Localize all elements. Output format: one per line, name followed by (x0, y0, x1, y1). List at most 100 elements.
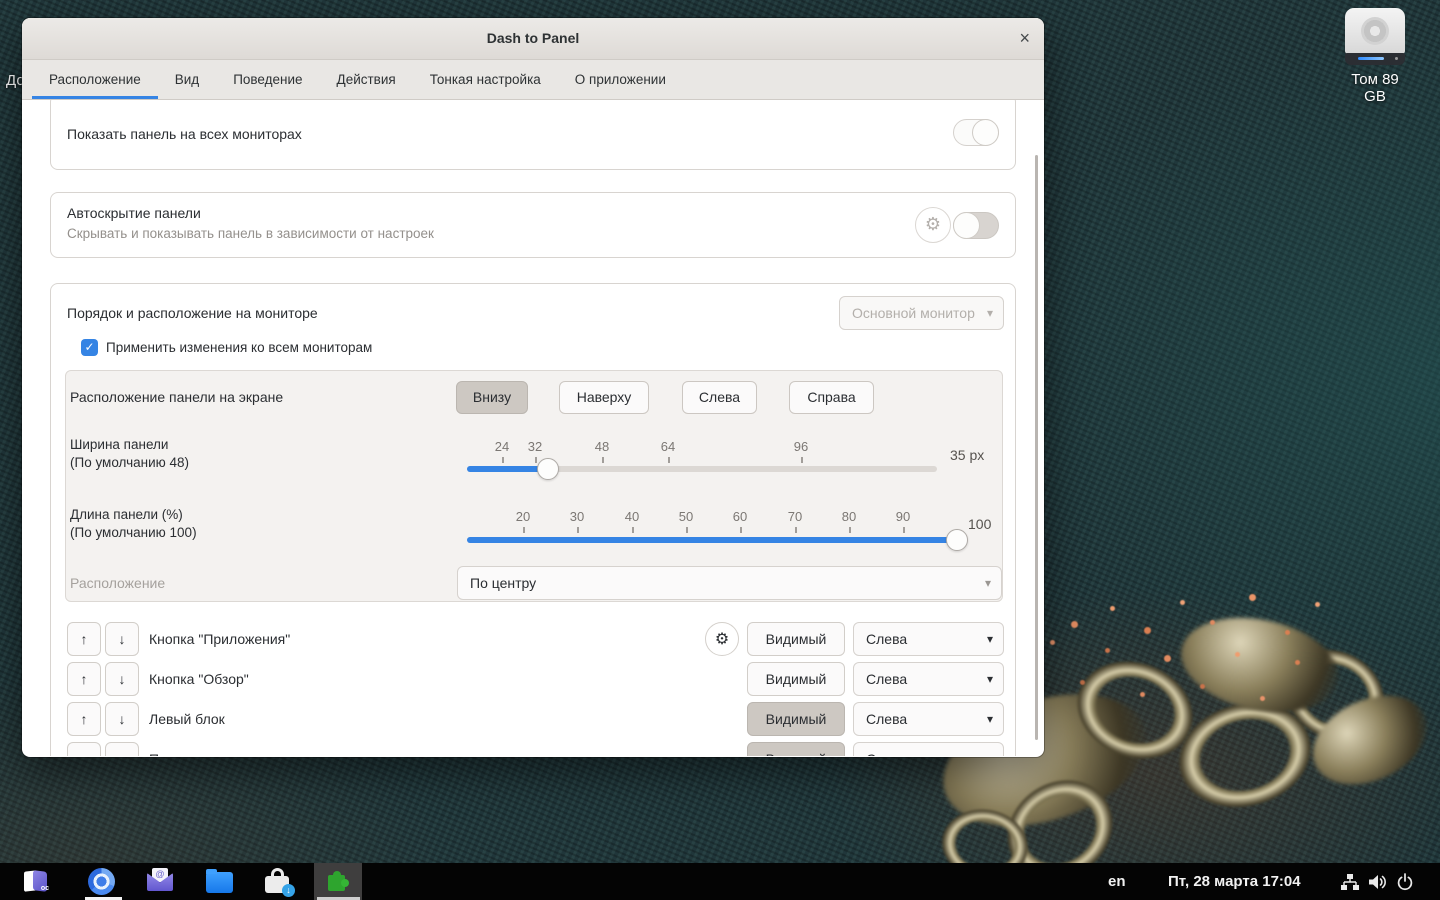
power-icon (1397, 872, 1413, 890)
apply-all-checkbox[interactable]: ✓ (81, 339, 98, 356)
toggle-knob (972, 119, 999, 146)
keyboard-layout-indicator[interactable]: en (1108, 863, 1126, 900)
chevron-down-icon: ▾ (987, 743, 993, 756)
chevron-down-icon: ▾ (986, 712, 993, 726)
move-down-button[interactable]: ↓ (105, 702, 139, 736)
autohide-toggle[interactable] (953, 212, 999, 239)
power-button[interactable] (1396, 863, 1414, 900)
alignment-dropdown[interactable]: По центру ▾ (457, 566, 1002, 600)
alignment-dropdown-value: По центру (470, 575, 537, 591)
tab-behavior[interactable]: Поведение (216, 60, 319, 99)
network-indicator[interactable] (1340, 863, 1360, 900)
scrollbar[interactable] (1035, 155, 1038, 740)
width-slider-value: 35 px (950, 447, 985, 463)
move-up-button[interactable]: ↑ (67, 662, 101, 696)
width-tick-48: 48 (594, 439, 610, 454)
show-all-monitors-label: Показать панель на всех мониторах (67, 126, 302, 142)
move-down-button[interactable]: ↓ (105, 662, 139, 696)
titlebar[interactable]: Dash to Panel × (22, 18, 1044, 60)
move-up-button[interactable]: ↑ (67, 742, 101, 756)
network-icon (1341, 873, 1359, 890)
chevron-down-icon: ▾ (986, 306, 993, 320)
move-down-button[interactable]: ↓ (105, 622, 139, 656)
toggle-knob (953, 212, 980, 239)
hard-drive-icon (1342, 8, 1408, 65)
move-up-button[interactable]: ↑ (67, 622, 101, 656)
taskbar-app-extensions[interactable] (324, 868, 352, 896)
length-tick-50: 50 (678, 509, 694, 524)
tab-about[interactable]: О приложении (558, 60, 683, 99)
position-button-right[interactable]: Справа (789, 381, 874, 414)
visible-button[interactable]: Видимый (747, 662, 845, 696)
position-button-left[interactable]: Слева (682, 381, 757, 414)
desktop: { "icons": { "close": "×", "gear": "⚙", … (0, 0, 1440, 900)
close-icon[interactable]: × (1019, 18, 1030, 59)
taskbar-app-files[interactable] (206, 868, 234, 896)
element-position-value: Слева (866, 631, 908, 647)
length-tick-20: 20 (515, 509, 531, 524)
visible-button[interactable]: Видимый (747, 622, 845, 656)
chevron-down-icon: ▾ (986, 632, 993, 646)
autohide-title: Автоскрытие панели (67, 205, 201, 221)
monitor-dropdown[interactable]: Основной монитор ▾ (839, 296, 1004, 330)
length-slider-thumb[interactable] (946, 529, 968, 551)
element-position-value: Слева (866, 671, 908, 687)
taskbar-app-software[interactable]: ↓ (265, 868, 295, 897)
panel-width-default-label: (По умолчанию 48) (70, 455, 190, 470)
autohide-gear-icon[interactable]: ⚙ (915, 207, 951, 243)
position-button-bottom[interactable]: Внизу (456, 381, 528, 414)
panel-width-label: Ширина панели (70, 437, 169, 452)
width-tick-96: 96 (793, 439, 809, 454)
element-position-dropdown[interactable]: Слева ▾ (853, 702, 1004, 736)
tab-appearance[interactable]: Вид (158, 60, 216, 99)
show-all-monitors-toggle[interactable] (953, 119, 999, 146)
monitor-dropdown-value: Основной монитор (852, 305, 975, 321)
length-tick-40: 40 (624, 509, 640, 524)
desktop-icon-volume[interactable]: Том 89 GB (1342, 8, 1408, 105)
element-position-dropdown[interactable]: Слева ▾ (853, 662, 1004, 696)
dash-to-panel-window: Dash to Panel × Расположение Вид Поведен… (22, 18, 1044, 757)
length-slider-track[interactable] (467, 537, 957, 543)
alignment-label: Расположение (70, 575, 166, 591)
length-tick-90: 90 (895, 509, 911, 524)
position-button-top[interactable]: Наверху (559, 381, 649, 414)
length-tick-60: 60 (732, 509, 748, 524)
tab-actions[interactable]: Действия (320, 60, 413, 99)
element-label: Панель задач (149, 742, 238, 756)
chevron-down-icon: ▾ (984, 576, 991, 590)
taskbar-app-chromium[interactable] (88, 868, 116, 896)
panel-length-label: Длина панели (%) (70, 507, 183, 522)
width-tick-64: 64 (660, 439, 676, 454)
taskbar-app-myoffice[interactable]: oc (22, 868, 50, 896)
width-tick-24: 24 (494, 439, 510, 454)
move-up-button[interactable]: ↑ (67, 702, 101, 736)
width-slider-thumb[interactable] (537, 458, 559, 480)
taskbar-app-mail[interactable]: @ (147, 868, 175, 896)
element-gear-icon[interactable]: ⚙ (705, 622, 739, 656)
panel-position-group: Расположение панели на экране Внизу Наве… (65, 370, 1003, 602)
taskbar: oc @ ↓ en Пт, 28 марта 17:04 (0, 863, 1440, 900)
volume-label: Том 89 GB (1351, 71, 1399, 105)
tab-fine-tune[interactable]: Тонкая настройка (413, 60, 558, 99)
tab-bar: Расположение Вид Поведение Действия Тонк… (22, 60, 1044, 100)
screen-position-label: Расположение панели на экране (70, 389, 284, 405)
length-slider-value: 100 (968, 516, 992, 532)
visible-button[interactable]: Видимый (747, 742, 845, 756)
element-label: Кнопка "Приложения" (149, 631, 291, 647)
element-position-dropdown[interactable]: Слева ▾ (853, 622, 1004, 656)
tab-location[interactable]: Расположение (32, 60, 158, 99)
volume-icon (1369, 874, 1386, 889)
length-tick-80: 80 (841, 509, 857, 524)
window-title: Dash to Panel (486, 30, 580, 46)
length-tick-70: 70 (787, 509, 803, 524)
volume-indicator[interactable] (1368, 863, 1389, 900)
card-order-position: Порядок и расположение на мониторе Основ… (50, 283, 1016, 756)
visible-button[interactable]: Видимый (747, 702, 845, 736)
card-autohide: Автоскрытие панели Скрывать и показывать… (50, 192, 1016, 258)
element-label: Кнопка "Обзор" (149, 671, 249, 687)
clock[interactable]: Пт, 28 марта 17:04 (1168, 863, 1301, 900)
element-position-dropdown[interactable]: Слева ▾ (853, 742, 1004, 756)
move-down-button[interactable]: ↓ (105, 742, 139, 756)
panel-length-default-label: (По умолчанию 100) (70, 525, 197, 540)
autohide-subtitle: Скрывать и показывать панель в зависимос… (67, 226, 434, 241)
